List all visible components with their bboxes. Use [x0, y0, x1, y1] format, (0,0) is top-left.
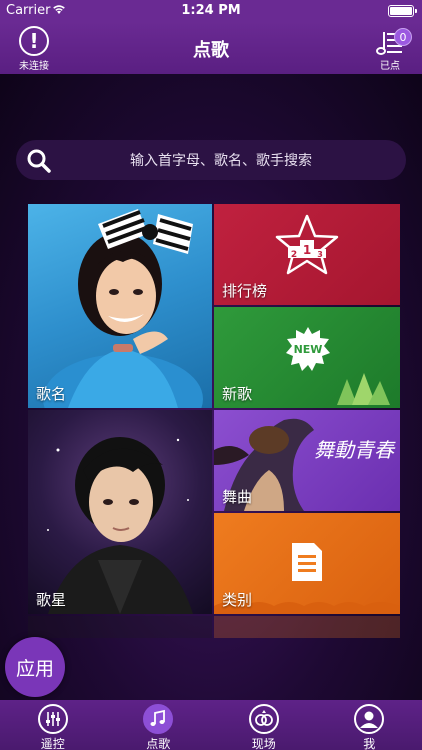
category-tile-reflection: [214, 616, 400, 638]
star-podium-icon: 1 2 3: [275, 214, 339, 275]
ranking-label: 排行榜: [222, 282, 268, 300]
tab-remote[interactable]: 遥控: [0, 700, 106, 750]
ranking-tile[interactable]: 1 2 3 排行榜: [214, 204, 400, 305]
new-badge-text: NEW: [293, 343, 323, 356]
apps-button[interactable]: 应用: [5, 637, 65, 697]
singer-tile-reflection: [28, 616, 212, 638]
song-name-tile[interactable]: 歌名: [28, 204, 212, 408]
new-song-label: 新歌: [222, 385, 253, 403]
category-label: 类别: [222, 591, 253, 609]
navigation-bar: ! 未连接 点歌 0 已点: [0, 22, 422, 74]
search-bar[interactable]: 输入首字母、歌名、歌手搜索: [16, 140, 406, 180]
battery-icon: [388, 5, 417, 17]
svg-text:2: 2: [291, 250, 297, 260]
music-note-icon: [143, 704, 174, 734]
main-content: 输入首字母、歌名、歌手搜索 歌名 1 2 3 排行榜 NEW 新歌 歌星 舞動青…: [0, 74, 422, 700]
singer-photo-male: [47, 437, 193, 614]
tab-bar: 遥控 点歌 现场 我: [0, 700, 422, 750]
tab-remote-label: 遥控: [40, 737, 65, 750]
dance-label: 舞曲: [222, 488, 253, 506]
status-bar: Carrier 1:24 PM: [0, 0, 422, 22]
svg-text:1: 1: [303, 243, 311, 257]
search-placeholder: 输入首字母、歌名、歌手搜索: [130, 153, 312, 169]
rings-icon: [248, 704, 279, 734]
tab-live[interactable]: 现场: [211, 700, 317, 750]
singer-tile[interactable]: 歌星: [28, 410, 212, 614]
tab-songs[interactable]: 点歌: [106, 700, 212, 750]
queued-count-badge: 0: [394, 28, 412, 46]
new-song-tile[interactable]: NEW 新歌: [214, 307, 400, 408]
tab-me-label: 我: [363, 737, 376, 750]
trees-icon: [337, 373, 390, 405]
document-icon: [292, 543, 322, 581]
singer-label: 歌星: [36, 591, 67, 609]
dance-tile[interactable]: 舞動青春 舞曲: [214, 410, 400, 511]
queued-songs-button[interactable]: 0 已点: [370, 28, 412, 72]
tab-songs-label: 点歌: [146, 737, 171, 750]
singer-photo-female: [43, 209, 203, 408]
person-icon: [354, 704, 385, 734]
tab-me[interactable]: 我: [317, 700, 422, 750]
clock: 1:24 PM: [181, 3, 241, 18]
tab-live-label: 现场: [251, 737, 276, 750]
page-title: 点歌: [193, 40, 229, 61]
playlist-icon: 0: [374, 28, 412, 56]
equalizer-icon: [37, 704, 68, 734]
queued-songs-label: 已点: [380, 61, 400, 72]
dance-artwork-text: 舞動青春: [314, 438, 394, 462]
svg-text:3: 3: [317, 250, 323, 259]
song-name-label: 歌名: [36, 385, 67, 403]
category-tile[interactable]: 类别: [214, 513, 400, 614]
